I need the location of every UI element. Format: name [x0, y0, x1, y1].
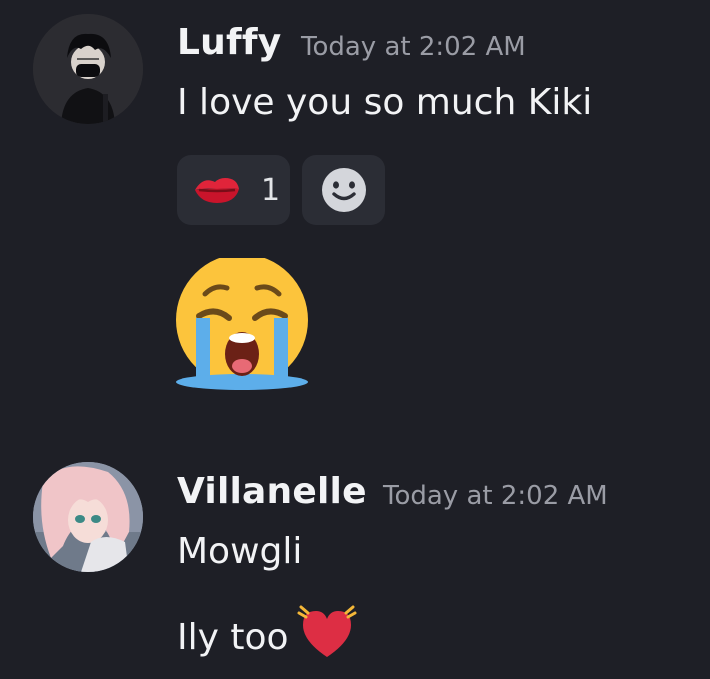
message-text: Ily too: [177, 617, 289, 658]
avatar-villanelle-image: [33, 462, 143, 572]
message-timestamp: Today at 2:02 AM: [383, 481, 608, 511]
avatar-villanelle[interactable]: [33, 462, 143, 572]
avatar-luffy[interactable]: [33, 14, 143, 124]
avatar-luffy-image: [33, 14, 143, 124]
loudly-crying-face-icon: [176, 254, 308, 390]
message-text: I love you so much Kiki: [177, 82, 593, 123]
beating-heart-icon: [297, 605, 357, 657]
reaction-kiss[interactable]: 1: [177, 155, 290, 225]
beating-heart-emoji: [297, 603, 357, 668]
kiss-mark-emoji-icon: [195, 178, 239, 203]
message-timestamp: Today at 2:02 AM: [301, 32, 526, 62]
author-name[interactable]: Villanelle: [177, 471, 367, 512]
message-text-line-2: Ily too: [177, 603, 357, 668]
author-name[interactable]: Luffy: [177, 22, 281, 63]
loudly-crying-face-emoji: [175, 254, 311, 398]
reaction-count: 1: [261, 172, 281, 208]
add-reaction-button[interactable]: [302, 155, 385, 225]
message-text: Mowgli: [177, 531, 303, 572]
add-reaction-icon: [321, 168, 366, 212]
